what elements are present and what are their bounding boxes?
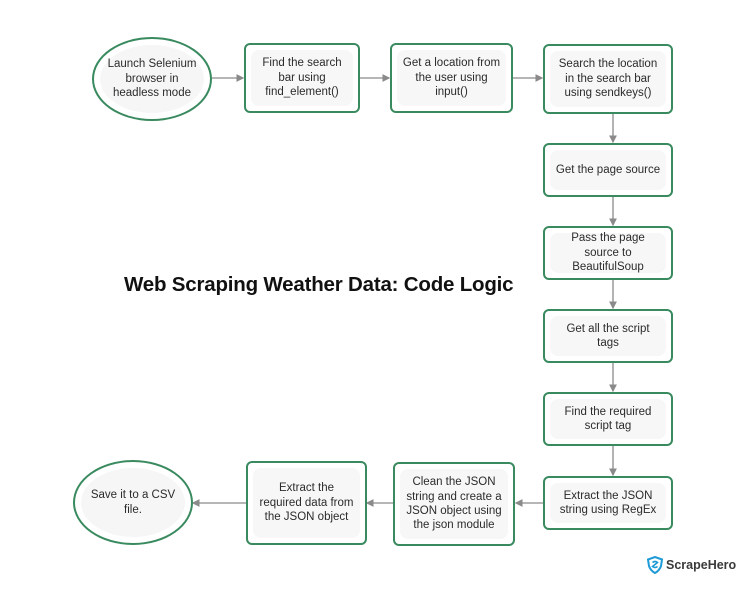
step-label: Extract the JSON string using RegEx [550,483,666,523]
logo-text: ScrapeHero [666,558,737,572]
step-get-script-tags: Get all the script tags [543,309,673,363]
step-search-location: Search the location in the search bar us… [543,44,673,114]
shield-icon [647,556,663,574]
step-get-location: Get a location from the user using input… [390,43,513,113]
step-save-csv: Save it to a CSV file. [73,460,193,545]
step-label: Launch Selenium browser in headless mode [100,45,204,113]
step-label: Find the search bar using find_element() [251,50,353,106]
step-label: Get a location from the user using input… [397,50,506,106]
step-pass-to-bs: Pass the page source to BeautifulSoup [543,226,673,280]
step-label: Clean the JSON string and create a JSON … [400,469,508,539]
step-label: Get all the script tags [550,316,666,356]
step-label: Pass the page source to BeautifulSoup [550,232,666,273]
step-extract-json: Extract the JSON string using RegEx [543,476,673,530]
step-extract-data: Extract the required data from the JSON … [246,461,367,545]
step-label: Save it to a CSV file. [81,468,185,537]
step-find-search-bar: Find the search bar using find_element() [244,43,360,113]
step-get-page-source: Get the page source [543,143,673,197]
step-label: Search the location in the search bar us… [550,51,666,107]
diagram-title: Web Scraping Weather Data: Code Logic [124,273,514,296]
step-label: Get the page source [550,150,666,190]
brand-logo: ScrapeHero [647,556,736,574]
step-label: Extract the required data from the JSON … [253,468,360,538]
step-clean-json: Clean the JSON string and create a JSON … [393,462,515,546]
step-launch: Launch Selenium browser in headless mode [92,37,212,121]
step-find-script-tag: Find the required script tag [543,392,673,446]
step-label: Find the required script tag [550,399,666,439]
